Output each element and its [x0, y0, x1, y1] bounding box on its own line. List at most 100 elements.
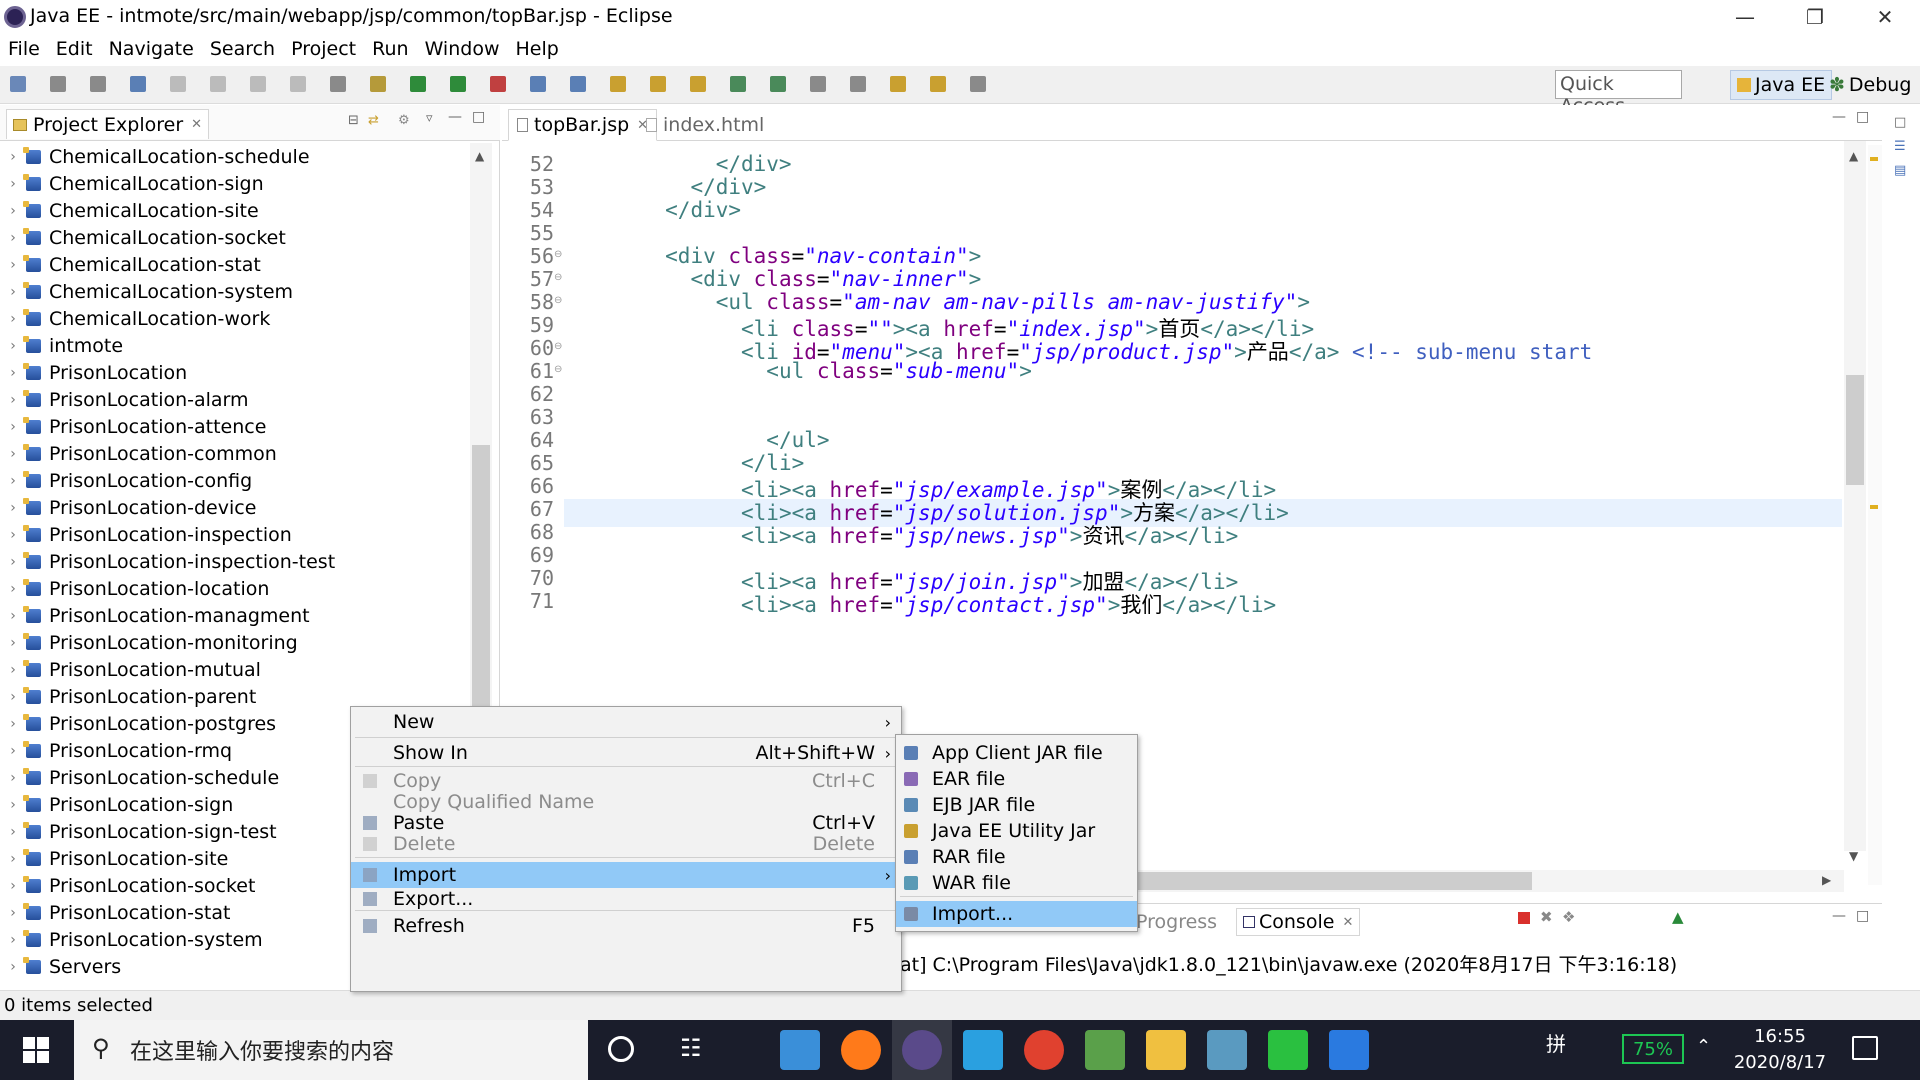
fold-toggle-icon[interactable]: ⊖	[554, 364, 562, 375]
tree-item[interactable]: › PrisonLocation	[0, 359, 470, 386]
notepad-icon[interactable]	[1207, 1030, 1247, 1070]
menu-file[interactable]: File	[8, 38, 40, 60]
toolbar-icon[interactable]	[930, 76, 946, 92]
submenu-item[interactable]: EAR file	[896, 766, 1137, 792]
close-button[interactable]: ✕	[1850, 0, 1920, 33]
menu-search[interactable]: Search	[210, 38, 275, 60]
context-menu-item[interactable]: Show In Alt+Shift+W ›	[351, 740, 901, 766]
editor-vertical-thumb[interactable]	[1846, 375, 1864, 485]
toolbar-icon[interactable]	[250, 76, 266, 92]
context-menu-item[interactable]: Export...	[351, 886, 901, 912]
context-menu-item[interactable]: Import ›	[351, 862, 901, 888]
ime-indicator[interactable]: 拼	[1546, 1028, 1566, 1057]
scroll-down-icon[interactable]: ▼	[1849, 849, 1858, 863]
menu-run[interactable]: Run	[372, 38, 408, 60]
tree-item[interactable]: › PrisonLocation-alarm	[0, 386, 470, 413]
start-button[interactable]	[0, 1020, 72, 1080]
search-app-icon[interactable]	[963, 1030, 1003, 1070]
tab-index-html[interactable]: index.html	[638, 109, 772, 141]
tree-item[interactable]: › ChemicalLocation-sign	[0, 170, 470, 197]
fold-toggle-icon[interactable]: ⊖	[554, 272, 562, 283]
toolbar-icon[interactable]	[530, 76, 546, 92]
tree-item[interactable]: › ChemicalLocation-schedule	[0, 143, 470, 170]
editor-vertical-scrollbar[interactable]	[1844, 141, 1866, 851]
tree-item[interactable]: › PrisonLocation-inspection-test	[0, 548, 470, 575]
toolbar-icon[interactable]	[610, 76, 626, 92]
app-icon[interactable]	[1085, 1030, 1125, 1070]
file-explorer-icon[interactable]	[1146, 1030, 1186, 1070]
maximize-view-icon[interactable]: □	[472, 109, 485, 125]
firefox-icon[interactable]	[841, 1030, 881, 1070]
quick-access-input[interactable]: Quick Access	[1555, 70, 1682, 117]
toolbar-icon[interactable]	[290, 76, 306, 92]
code-line[interactable]: <li><a href="jsp/news.jsp">资讯</a></li>	[564, 520, 1238, 550]
context-menu-item[interactable]: New ›	[351, 709, 901, 735]
submenu-item[interactable]: Java EE Utility Jar	[896, 818, 1137, 844]
context-menu-item[interactable]: Paste Ctrl+V	[351, 812, 901, 834]
tree-item[interactable]: › PrisonLocation-inspection	[0, 521, 470, 548]
tree-item[interactable]: › PrisonLocation-managment	[0, 602, 470, 629]
toolbar-icon[interactable]	[570, 76, 586, 92]
menu-edit[interactable]: Edit	[56, 38, 93, 60]
tree-item[interactable]: › intmote	[0, 332, 470, 359]
toolbar-icon[interactable]	[90, 76, 106, 92]
code-line[interactable]: </li>	[564, 451, 804, 475]
toolbar-icon[interactable]	[370, 76, 386, 92]
toolbar-icon[interactable]	[330, 76, 346, 92]
cortana-icon[interactable]	[608, 1036, 634, 1062]
toolbar-icon[interactable]	[810, 76, 826, 92]
context-menu-item[interactable]: Refresh F5	[351, 913, 901, 939]
taskbar-search-box[interactable]: ⚲ 在这里输入你要搜索的内容	[74, 1020, 588, 1080]
tree-item[interactable]: › ChemicalLocation-system	[0, 278, 470, 305]
menu-help[interactable]: Help	[515, 38, 558, 60]
tree-item[interactable]: › PrisonLocation-location	[0, 575, 470, 602]
filter-icon[interactable]: ⚙	[398, 113, 410, 128]
toolbar-icon[interactable]	[730, 76, 746, 92]
chevron-up-icon[interactable]: ⌃	[1696, 1036, 1711, 1057]
code-line[interactable]: <div class="nav-contain">	[564, 244, 981, 268]
code-line[interactable]: <ul class="am-nav am-nav-pills am-nav-ju…	[564, 290, 1310, 314]
tree-item[interactable]: › PrisonLocation-config	[0, 467, 470, 494]
submenu-item[interactable]: EJB JAR file	[896, 792, 1137, 818]
pin-console-icon[interactable]: ▲	[1672, 908, 1684, 926]
tab-topbar-jsp[interactable]: topBar.jsp ✕	[508, 109, 658, 141]
context-menu-item[interactable]: Copy Ctrl+C	[351, 770, 901, 792]
remote-desktop-icon[interactable]	[780, 1030, 820, 1070]
toolbar-icon[interactable]	[10, 76, 26, 92]
scroll-up-icon[interactable]: ▲	[1849, 149, 1858, 163]
tree-item[interactable]: › ChemicalLocation-stat	[0, 251, 470, 278]
outline-icon[interactable]: ☰	[1894, 139, 1906, 154]
tree-item[interactable]: › PrisonLocation-common	[0, 440, 470, 467]
toolbar-icon[interactable]	[170, 76, 186, 92]
editor-horizontal-thumb[interactable]	[1102, 872, 1532, 890]
tree-item[interactable]: › ChemicalLocation-site	[0, 197, 470, 224]
action-center-icon[interactable]	[1852, 1036, 1878, 1060]
code-line[interactable]: </ul>	[564, 428, 829, 452]
remove-all-icon[interactable]: ❖	[1562, 908, 1575, 926]
feishu-icon[interactable]	[1329, 1030, 1369, 1070]
submenu-item[interactable]: App Client JAR file	[896, 740, 1137, 766]
toolbar-icon[interactable]	[50, 76, 66, 92]
submenu-item[interactable]: WAR file	[896, 870, 1137, 896]
menu-project[interactable]: Project	[291, 38, 356, 60]
toolbar-icon[interactable]	[650, 76, 666, 92]
scroll-right-icon[interactable]: ▶	[1822, 873, 1831, 887]
toolbar-icon[interactable]	[770, 76, 786, 92]
code-line[interactable]: </div>	[564, 152, 792, 176]
tree-item[interactable]: › PrisonLocation-device	[0, 494, 470, 521]
perspective-java-ee[interactable]: Java EE	[1730, 70, 1833, 100]
toolbar-icon[interactable]	[970, 76, 986, 92]
terminate-icon[interactable]	[1518, 912, 1530, 924]
wechat-icon[interactable]	[1268, 1030, 1308, 1070]
tab-progress[interactable]: Progress	[1130, 908, 1223, 936]
minimize-button[interactable]: —	[1710, 0, 1780, 33]
tab-console[interactable]: Console ✕	[1236, 908, 1361, 936]
fold-toggle-icon[interactable]: ⊖	[554, 249, 562, 260]
tree-item[interactable]: › PrisonLocation-attence	[0, 413, 470, 440]
toolbar-icon[interactable]	[210, 76, 226, 92]
toolbar-icon[interactable]	[690, 76, 706, 92]
code-line[interactable]: </div>	[564, 198, 741, 222]
tab-project-explorer[interactable]: Project Explorer ✕	[6, 109, 210, 139]
code-line[interactable]: </div>	[564, 175, 766, 199]
eclipse-icon[interactable]	[902, 1030, 942, 1070]
